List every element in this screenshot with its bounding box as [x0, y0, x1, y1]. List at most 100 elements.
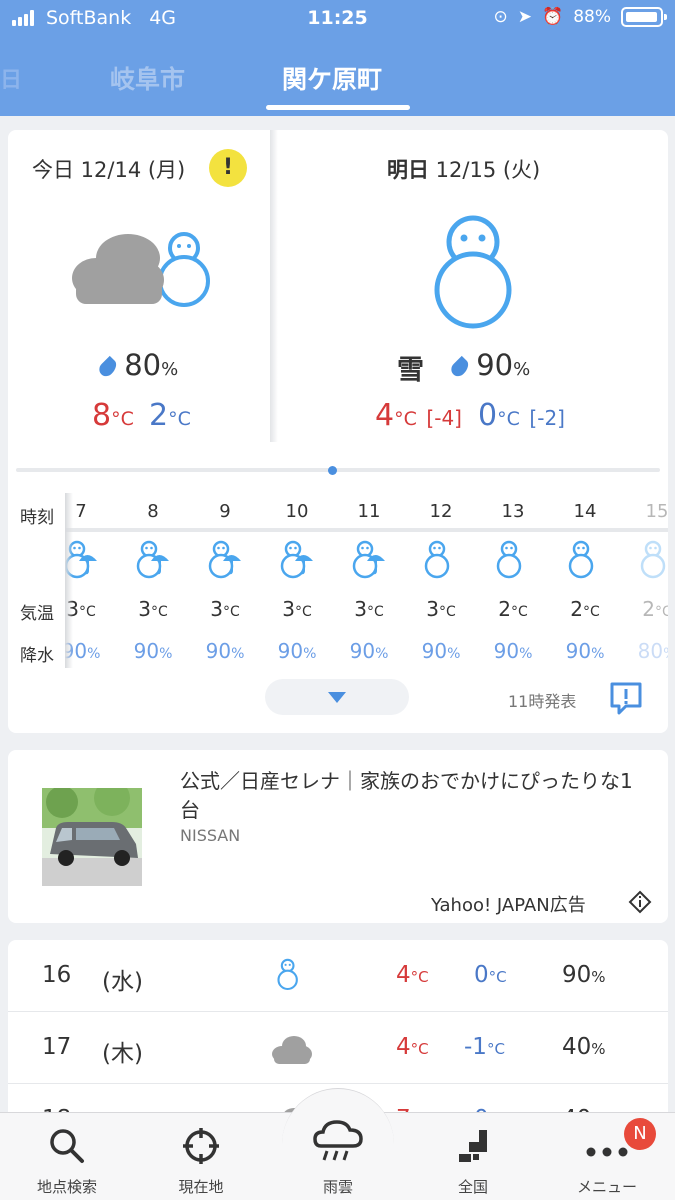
hourly-column: 11 3°C 90% [333, 493, 405, 673]
hourly-columns: 73°C90%83°C90%93°C90%103°C90%113°C90%123… [65, 493, 668, 673]
weekly-low: -1°C [464, 1034, 505, 1060]
weekly-row[interactable]: 17 (木) 4°C -1°C 40% [8, 1012, 668, 1084]
hourly-column: 15 2°C 80% [621, 493, 668, 673]
notification-badge: N [624, 1118, 656, 1150]
today-low: 2 [149, 398, 169, 433]
hour-temp: 3°C [282, 597, 312, 621]
location-target-icon [183, 1128, 219, 1164]
weekly-row[interactable]: 16 (水) 4°C 0°C 90% [8, 940, 668, 1012]
location-tabs: 日 岐阜市 関ケ原町 [0, 52, 675, 116]
hour-label: 13 [501, 501, 525, 522]
today-high: 8 [92, 398, 112, 433]
precip-row-label: 降水 [20, 646, 54, 666]
status-bar: SoftBank 4G 11:25 ⊙ ➤ ⏰ 88% [0, 0, 675, 38]
scroll-indicator[interactable] [328, 466, 337, 475]
hour-label: 10 [285, 501, 309, 522]
tomorrow-high: 4 [375, 398, 395, 433]
today-precip: 80 [124, 348, 162, 382]
battery-icon [621, 7, 667, 27]
hour-precip: 90% [277, 639, 317, 663]
snowman-icon [568, 540, 594, 579]
cloud-icon [272, 1036, 312, 1064]
weekly-date: 16 [42, 962, 72, 988]
warning-icon[interactable]: ! [209, 149, 247, 187]
hourly-column: 13 2°C 90% [477, 493, 549, 673]
hourly-column: 10 3°C 90% [261, 493, 333, 673]
weekly-precip: 90% [562, 962, 606, 988]
tab-sekigahara[interactable]: 関ケ原町 [282, 60, 382, 96]
battery-percent: 88% [573, 7, 611, 27]
weekly-high: 4°C [396, 962, 429, 988]
hourly-column: 12 3°C 90% [405, 493, 477, 673]
tomorrow-forecast[interactable]: 明日 12/15 (火) 雪 90% 4°C [-4] 0°C [-2] [273, 130, 668, 442]
hour-temp: 2°C [570, 597, 600, 621]
snowman-icon [434, 215, 512, 329]
snowman-umbrella-icon [352, 540, 385, 579]
cloud-snowman-icon [72, 232, 210, 307]
hourly-column: 14 2°C 90% [549, 493, 621, 673]
hour-temp: 3°C [426, 597, 456, 621]
rotation-lock-icon: ⊙ [493, 7, 508, 27]
ad-info-icon[interactable] [628, 890, 652, 914]
hour-precip: 90% [205, 639, 245, 663]
hour-label: 14 [573, 501, 597, 522]
tomorrow-weather: 雪 [397, 355, 424, 386]
feedback-icon[interactable] [608, 680, 644, 716]
hourly-column: 9 3°C 90% [189, 493, 261, 673]
hour-precip: 90% [133, 639, 173, 663]
hour-precip: 90% [349, 639, 389, 663]
hour-temp: 2°C [498, 597, 528, 621]
tab-selected-indicator [266, 105, 410, 110]
hour-temp: 3°C [354, 597, 384, 621]
ad-label: Yahoo! JAPAN広告 [431, 895, 586, 916]
hour-temp: 3°C [210, 597, 240, 621]
location-arrow-icon: ➤ [517, 7, 533, 27]
rain-cloud-icon [313, 1120, 363, 1161]
hour-precip: 90% [565, 639, 605, 663]
tomorrow-high-diff: [-4] [426, 406, 462, 430]
snowman-umbrella-icon [280, 540, 313, 579]
weekly-weekday: (水) [102, 969, 143, 995]
scroll-track[interactable] [16, 468, 660, 472]
raindrop-icon [448, 355, 472, 379]
tomorrow-date: 12/15 (火) [429, 158, 541, 182]
snowman-umbrella-icon [136, 540, 169, 579]
hour-temp: 3°C [138, 597, 168, 621]
ad-image[interactable] [42, 788, 142, 886]
tab-gifu[interactable]: 岐阜市 [110, 60, 185, 96]
raindrop-icon [96, 355, 120, 379]
tomorrow-label: 明日 [387, 158, 429, 182]
hour-label: 8 [147, 501, 159, 522]
snowman-icon [424, 540, 450, 579]
tomorrow-low: 0 [478, 398, 498, 433]
weekly-date: 17 [42, 1034, 72, 1060]
hour-temp: 2°C [642, 597, 668, 621]
snowman-icon [640, 540, 666, 579]
snowman-umbrella-icon [208, 540, 241, 579]
expand-button[interactable] [265, 679, 409, 715]
time-row-label: 時刻 [20, 508, 54, 528]
hour-label: 11 [357, 501, 381, 522]
hour-precip: 90% [421, 639, 461, 663]
search-icon [50, 1129, 84, 1163]
hourly-column: 8 3°C 90% [117, 493, 189, 673]
snowman-icon [496, 540, 522, 579]
weekly-high: 4°C [396, 1034, 429, 1060]
alarm-icon: ⏰ [542, 7, 564, 27]
hourly-forecast[interactable]: 時刻 気温 降水 73°C90%83°C90%93°C90%103°C90%11… [8, 493, 668, 673]
snowman-icon [277, 958, 298, 991]
issued-time: 11時発表 [508, 692, 577, 711]
ad-card[interactable]: 公式／日産セレナ｜家族のおでかけにぴったりな1台 NISSAN Yahoo! J… [8, 750, 668, 923]
ad-title[interactable]: 公式／日産セレナ｜家族のおでかけにぴったりな1台 [180, 767, 650, 825]
hour-precip: 80% [637, 639, 668, 663]
hour-precip: 90% [493, 639, 533, 663]
weekly-low: 0°C [474, 962, 507, 988]
tab-previous-stub[interactable]: 日 [0, 62, 22, 94]
hour-label: 9 [219, 501, 231, 522]
ad-brand: NISSAN [180, 826, 241, 845]
map-icon [459, 1130, 487, 1162]
tomorrow-precip: 90 [476, 348, 514, 382]
today-forecast[interactable]: 今日 12/14 (月) ! 80% 8°C 2°C [8, 130, 270, 442]
weekly-precip: 40% [562, 1034, 606, 1060]
hour-label: 12 [429, 501, 453, 522]
